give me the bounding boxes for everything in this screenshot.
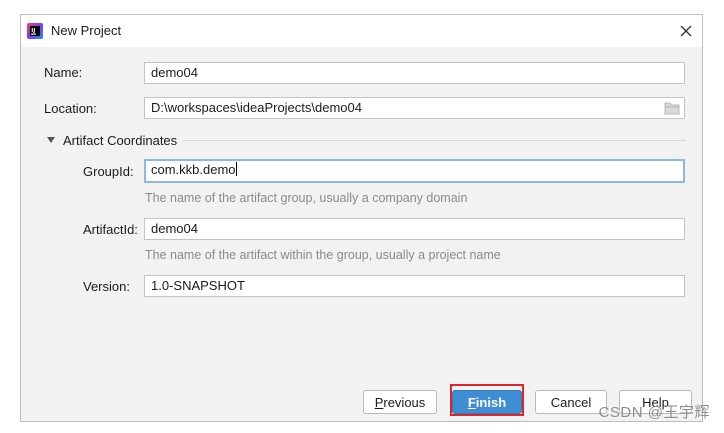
previous-button[interactable]: Previous: [363, 390, 437, 414]
csdn-watermark: CSDN @王宇辉: [598, 404, 710, 421]
expand-triangle-icon: [47, 137, 55, 143]
section-divider: [183, 140, 686, 141]
cancel-button[interactable]: Cancel: [535, 390, 607, 414]
artifactid-hint: The name of the artifact within the grou…: [145, 248, 501, 262]
previous-label-rest: revious: [383, 394, 426, 410]
folder-icon[interactable]: [664, 101, 680, 115]
screenshot-canvas: IJ New Project Name: demo04 Location: D:…: [0, 0, 724, 433]
red-annotation-box: [450, 384, 524, 416]
previous-mnemonic: P: [374, 394, 384, 410]
location-label: Location:: [44, 101, 97, 116]
dialog-title: New Project: [51, 23, 122, 38]
location-value: D:\workspaces\ideaProjects\demo04: [151, 100, 362, 115]
artifactid-input[interactable]: demo04: [144, 218, 685, 240]
location-input[interactable]: D:\workspaces\ideaProjects\demo04: [144, 97, 685, 119]
groupid-value: com.kkb.demo: [151, 162, 236, 177]
close-button[interactable]: [676, 21, 696, 41]
name-input[interactable]: demo04: [144, 62, 685, 84]
groupid-hint: The name of the artifact group, usually …: [145, 191, 468, 205]
groupid-label: GroupId:: [83, 164, 134, 179]
text-caret: [235, 162, 237, 176]
artifact-coordinates-toggle[interactable]: Artifact Coordinates: [47, 132, 177, 148]
artifactid-label: ArtifactId:: [83, 222, 138, 237]
artifact-coordinates-label: Artifact Coordinates: [63, 132, 178, 148]
svg-text:IJ: IJ: [31, 28, 35, 34]
version-label: Version:: [83, 279, 130, 294]
intellij-idea-icon: IJ: [27, 23, 43, 39]
groupid-input[interactable]: com.kkb.demo: [144, 159, 685, 183]
close-icon: [680, 25, 692, 37]
new-project-dialog: IJ New Project Name: demo04 Location: D:…: [20, 14, 703, 422]
title-bar: IJ New Project: [21, 15, 702, 47]
version-input[interactable]: 1.0-SNAPSHOT: [144, 275, 685, 297]
name-label: Name:: [44, 65, 83, 80]
